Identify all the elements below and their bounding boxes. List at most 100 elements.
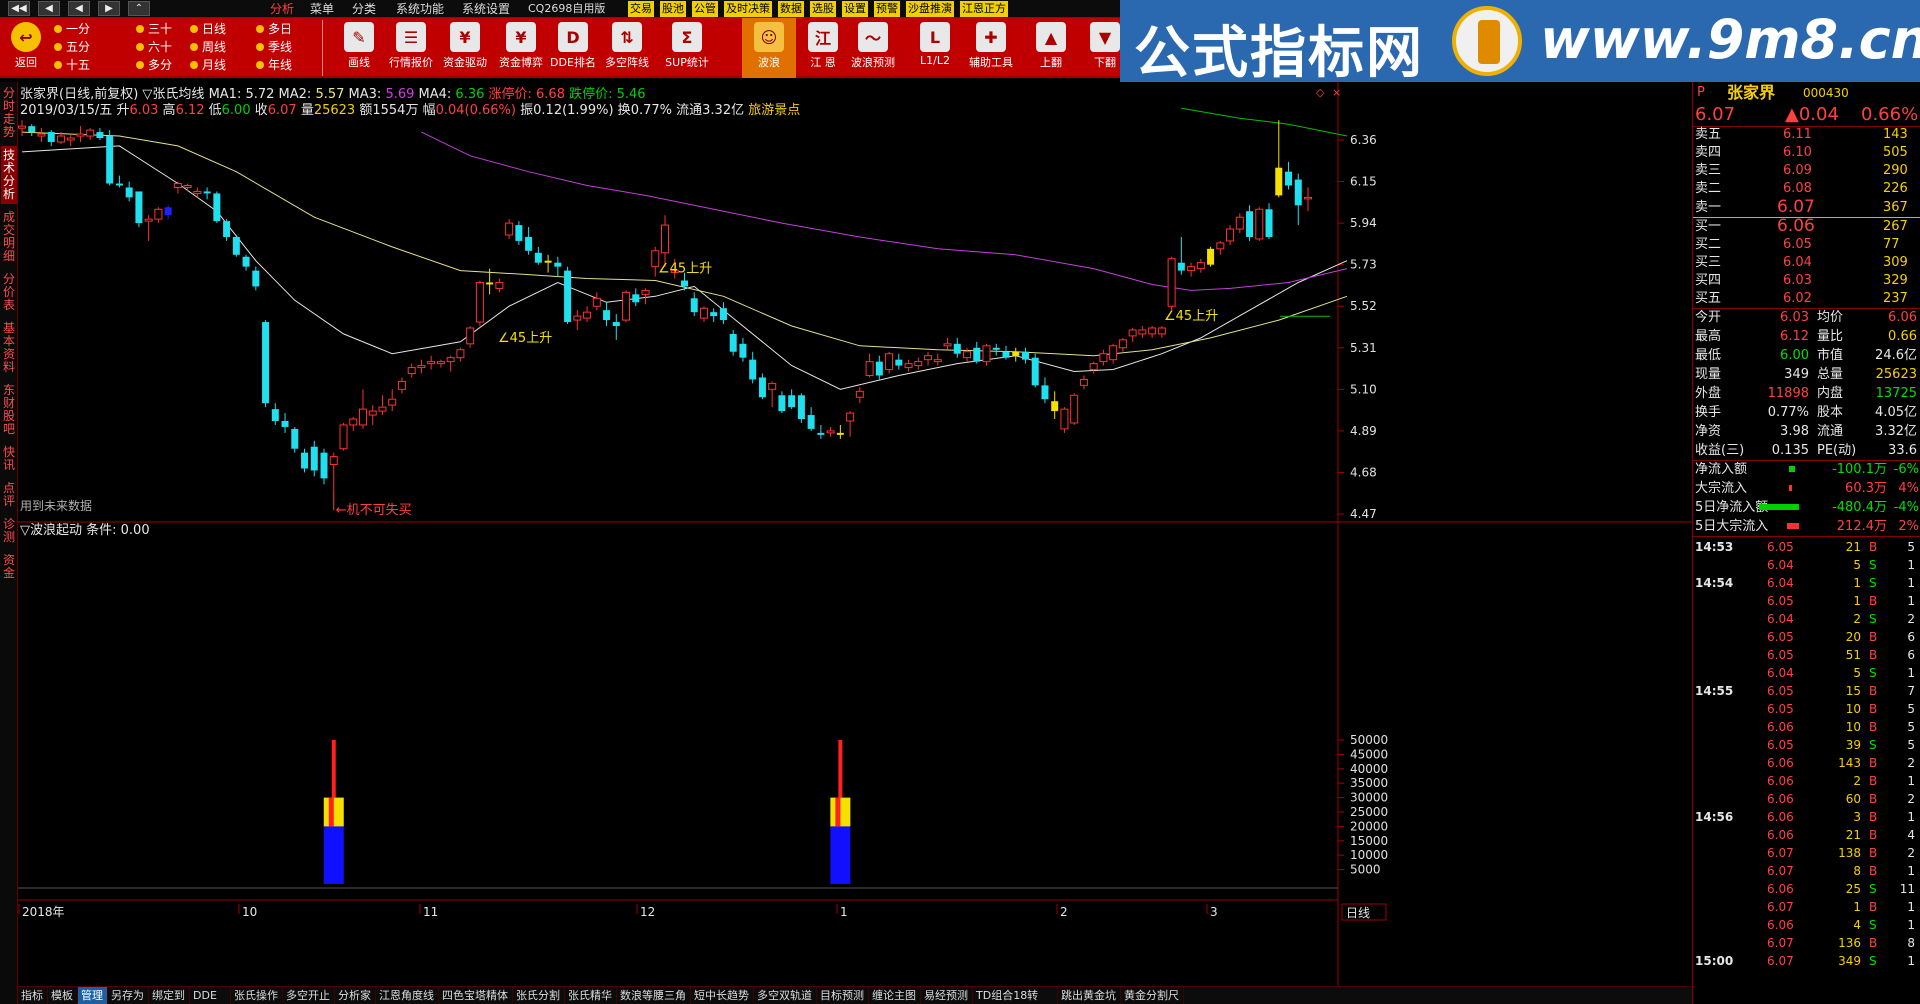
toolbar-bullbear-button[interactable]: ⇅ 多空阵线 bbox=[600, 18, 654, 78]
quote-cell: B bbox=[1869, 648, 1878, 662]
toolbar-tool-button[interactable]: ✚ 辅助工具 bbox=[964, 18, 1018, 78]
menu-hl-8[interactable]: 沙盘推演 bbox=[906, 1, 954, 17]
menu-hl-9[interactable]: 江恩正方 bbox=[960, 1, 1008, 17]
nav-forward-icon[interactable]: ▶ bbox=[98, 1, 120, 16]
tool-icon: ✚ bbox=[976, 22, 1006, 52]
bottom-tab-19[interactable]: TD组合18转 bbox=[973, 987, 1058, 1004]
bottom-tab-1[interactable]: 模板 bbox=[48, 987, 78, 1004]
bottom-tab-17[interactable]: 缠论主图 bbox=[869, 987, 921, 1004]
quote-cell: 7 bbox=[1907, 684, 1915, 698]
period-五分[interactable]: 五分 bbox=[54, 38, 90, 56]
toolbar-up-button[interactable]: ▲ 上翻 bbox=[1024, 18, 1078, 78]
quote-cell: 60.3万 bbox=[1845, 481, 1887, 496]
bottom-tab-8[interactable]: 分析家 bbox=[335, 987, 376, 1004]
menu-hl-4[interactable]: 数据 bbox=[778, 1, 804, 17]
period-年线[interactable]: 年线 bbox=[256, 56, 292, 74]
period-三十[interactable]: 三十 bbox=[136, 20, 172, 38]
toolbar-sup-button[interactable]: Σ SUP统计 bbox=[660, 18, 714, 78]
bottom-tab-2[interactable]: 管理 bbox=[78, 987, 108, 1004]
nav-prev-icon[interactable]: ◀ bbox=[38, 1, 60, 16]
quote-cell: 总量 bbox=[1817, 367, 1844, 382]
bottom-tab-21[interactable]: 黄金分割尺 bbox=[1121, 987, 1184, 1004]
menu-system-settings[interactable]: 系统设置 bbox=[462, 0, 510, 18]
bottom-tab-12[interactable]: 张氏精华 bbox=[565, 987, 617, 1004]
nav-back-icon[interactable]: ◀ bbox=[68, 1, 90, 16]
left-tab-1[interactable]: 技术分析 bbox=[1, 146, 17, 204]
left-tab-6[interactable]: 快讯 bbox=[1, 443, 17, 475]
bottom-tab-11[interactable]: 张氏分割 bbox=[513, 987, 565, 1004]
period-十五[interactable]: 十五 bbox=[54, 56, 90, 74]
menu-hl-7[interactable]: 预警 bbox=[874, 1, 900, 17]
quote-cell: -6% bbox=[1893, 462, 1919, 477]
toolbar-l1l2-button[interactable]: L L1/L2 bbox=[908, 18, 962, 78]
menu-version[interactable]: CQ2698自用版 bbox=[528, 0, 605, 18]
left-tab-8[interactable]: 诊测 bbox=[1, 515, 17, 547]
menu-hl-5[interactable]: 选股 bbox=[810, 1, 836, 17]
left-tab-4[interactable]: 基本资料 bbox=[1, 319, 17, 377]
menu-hl-0[interactable]: 交易 bbox=[628, 1, 654, 17]
bottom-tab-9[interactable]: 江恩角度线 bbox=[376, 987, 439, 1004]
left-tab-0[interactable]: 分时走势 bbox=[1, 84, 17, 142]
bottom-tab-10[interactable]: 四色宝塔精体 bbox=[439, 987, 513, 1004]
kline-chart-svg[interactable]: 6.36 6.15 5.94 5.73 5.52 5.31 5.10 4.89 4.68 4.47… bbox=[18, 82, 1692, 986]
period-六十[interactable]: 六十 bbox=[136, 38, 172, 56]
toolbar-fund-game-button[interactable]: ¥ 资金博弈 bbox=[494, 18, 548, 78]
bottom-tab-13[interactable]: 数浪等腰三角 bbox=[617, 987, 691, 1004]
quote-cell: 5 bbox=[1853, 666, 1861, 680]
menu-hl-6[interactable]: 设置 bbox=[842, 1, 868, 17]
period-季线[interactable]: 季线 bbox=[256, 38, 292, 56]
back-button[interactable]: ↩ 返回 bbox=[6, 18, 46, 78]
toolbar-draw-button[interactable]: ✎ 画线 bbox=[332, 18, 386, 78]
quote-cell: 6.11 bbox=[1783, 127, 1812, 142]
period-一分[interactable]: 一分 bbox=[54, 20, 90, 38]
left-tab-9[interactable]: 资金 bbox=[1, 551, 17, 583]
toolbar-avatar-button[interactable]: ☺ 波浪 bbox=[742, 18, 796, 78]
period-多日[interactable]: 多日 bbox=[256, 20, 292, 38]
chart-header: 张家界(日线,前复权) ▽张氏均线 MA1: 5.72 MA2: 5.57 MA… bbox=[20, 86, 646, 102]
price-tick-label: 5.31 bbox=[1350, 341, 1377, 355]
nav-up-icon[interactable]: ⌃ bbox=[128, 1, 150, 16]
wave-icon: 〜 bbox=[858, 22, 888, 52]
toolbar-dde-button[interactable]: D DDE排名 bbox=[546, 18, 600, 78]
bottom-tab-14[interactable]: 短中长趋势 bbox=[691, 987, 754, 1004]
quote-cell: S bbox=[1869, 576, 1877, 590]
quote-cell: 6.10 bbox=[1783, 145, 1812, 160]
menu-analysis[interactable]: 分析 bbox=[270, 0, 294, 18]
bottom-tab-5[interactable]: DDE bbox=[190, 987, 231, 1004]
menu-hl-3[interactable]: 及时决策 bbox=[724, 1, 772, 17]
menu-hl-1[interactable]: 股池 bbox=[660, 1, 686, 17]
chart-area[interactable]: 6.36 6.15 5.94 5.73 5.52 5.31 5.10 4.89 4.68 4.47… bbox=[18, 82, 1692, 1004]
quote-row: 今开 6.03 均价 6.06 bbox=[1693, 308, 1920, 327]
menu-system-func[interactable]: 系统功能 bbox=[396, 0, 444, 18]
bottom-tab-16[interactable]: 目标预测 bbox=[817, 987, 869, 1004]
toolbar-fund-drive-button[interactable]: ¥ 资金驱动 bbox=[438, 18, 492, 78]
period-多分[interactable]: 多分 bbox=[136, 56, 172, 74]
toolbar-gann-button[interactable]: 江江 恩 bbox=[796, 18, 850, 78]
toolbar-button-label: 行情报价 bbox=[389, 56, 433, 69]
bottom-tab-4[interactable]: 绑定到 bbox=[149, 987, 190, 1004]
bottom-tab-18[interactable]: 易经预测 bbox=[921, 987, 973, 1004]
left-tab-7[interactable]: 点评 bbox=[1, 479, 17, 511]
left-tab-2[interactable]: 成交明细 bbox=[1, 208, 17, 266]
bottom-tab-0[interactable]: 指标 bbox=[18, 987, 48, 1004]
menu-menu[interactable]: 菜单 bbox=[310, 0, 334, 18]
period-周线[interactable]: 周线 bbox=[190, 38, 226, 56]
period-日线[interactable]: 日线 bbox=[190, 20, 226, 38]
bottom-tab-3[interactable]: 另存为 bbox=[108, 987, 149, 1004]
bottom-tab-20[interactable]: 跳出黄金坑 bbox=[1058, 987, 1121, 1004]
quote-cell: 4.05亿 bbox=[1875, 405, 1917, 420]
menu-hl-2[interactable]: 公管 bbox=[692, 1, 718, 17]
left-tab-5[interactable]: 东财股吧 bbox=[1, 381, 17, 439]
menu-category[interactable]: 分类 bbox=[352, 0, 376, 18]
toolbar-wave-button[interactable]: 〜波浪预测 bbox=[846, 18, 900, 78]
quote-cell: 6.09 bbox=[1783, 163, 1812, 178]
nav-first-icon[interactable]: ◀◀ bbox=[8, 1, 30, 16]
period-月线[interactable]: 月线 bbox=[190, 56, 226, 74]
quote-cell: 5 bbox=[1853, 558, 1861, 572]
bottom-tab-6[interactable]: 张氏操作 bbox=[231, 987, 283, 1004]
bottom-tab-15[interactable]: 多空双轨道 bbox=[754, 987, 817, 1004]
bottom-tab-7[interactable]: 多空开止 bbox=[283, 987, 335, 1004]
quote-cell: 换手 bbox=[1695, 405, 1722, 420]
left-tab-3[interactable]: 分价表 bbox=[1, 270, 17, 315]
toolbar-quote-button[interactable]: ☰ 行情报价 bbox=[384, 18, 438, 78]
